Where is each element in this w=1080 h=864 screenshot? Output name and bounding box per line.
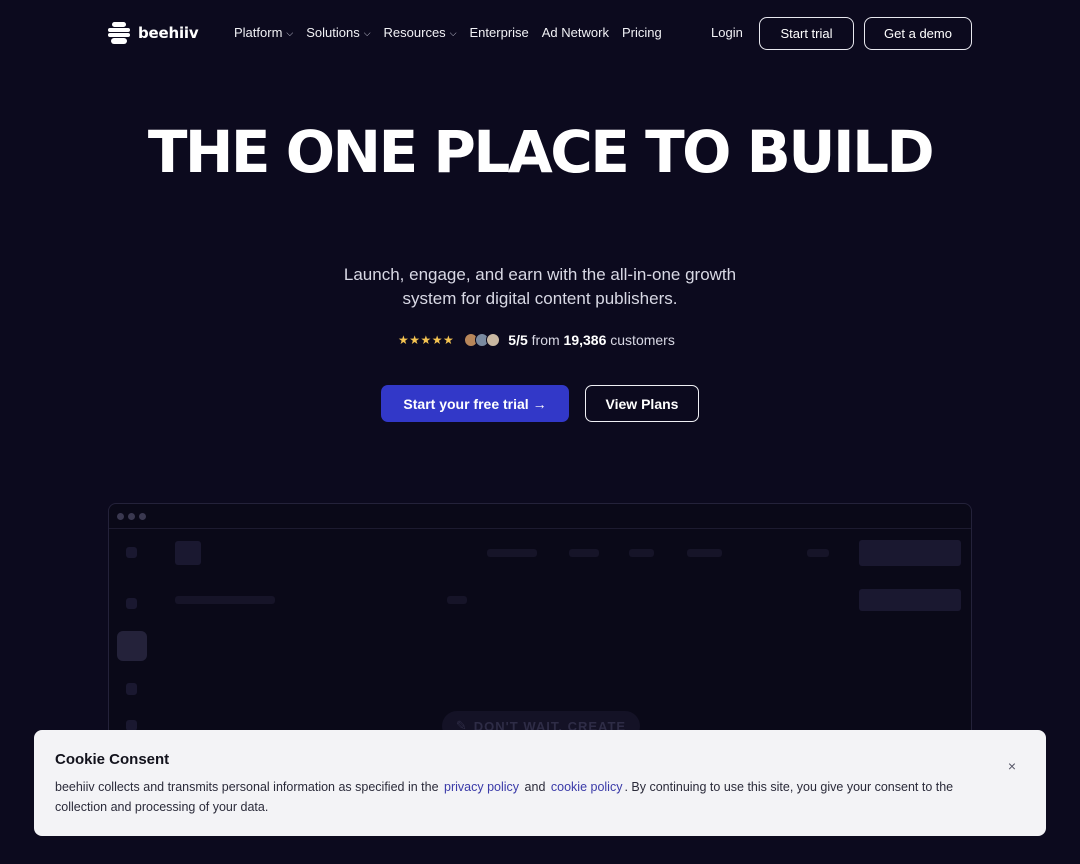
nav-links: Platform ⌵ Solutions ⌵ Resources ⌵ Enter… [234,25,662,40]
login-link[interactable]: Login [711,25,743,40]
rating-score: 5/5 [508,332,528,348]
nav-solutions[interactable]: Solutions ⌵ [306,25,370,40]
customer-avatars [464,333,501,347]
nav-enterprise-label: Enterprise [469,25,529,40]
toolbar-item [807,549,829,557]
rating-suffix: customers [610,332,675,348]
brand-name: beehiiv [138,24,199,42]
chevron-down-icon: ⌵ [449,28,457,38]
nav-solutions-label: Solutions [306,25,360,40]
cookie-consent-banner: Cookie Consent beehiiv collects and tran… [34,730,1046,836]
window-dot [128,513,135,520]
toolbar-item [569,549,599,557]
sidebar-icon [126,547,137,558]
cookie-text-and: and [524,780,546,794]
start-free-trial-button[interactable]: Start your free trial → [381,385,569,422]
rating-text: 5/5 from 19,386 customers [508,332,675,348]
nav-ad-network-label: Ad Network [541,25,609,40]
close-icon[interactable]: × [1008,758,1016,774]
nav-platform-label: Platform [234,25,283,40]
hero-subtitle: Launch, engage, and earn with the all-in… [343,265,737,308]
hero-title: THE ONE PLACE TO BUILD [147,118,935,186]
start-trial-button[interactable]: Start trial [759,17,854,50]
chevron-down-icon: ⌵ [286,28,294,38]
avatar [486,333,501,347]
preview-line [447,596,467,604]
beehiiv-logo-icon [108,22,130,44]
window-dot [139,513,146,520]
top-nav: beehiiv Platform ⌵ Solutions ⌵ Resources… [0,0,1080,67]
search-box [175,541,201,565]
nav-ad-network[interactable]: Ad Network [542,25,609,40]
cookie-title: Cookie Consent [55,751,170,768]
nav-enterprise[interactable]: Enterprise [470,25,529,40]
preview-action-button [859,540,961,566]
customer-rating: ★★★★★ 5/5 from 19,386 customers [398,332,675,348]
view-plans-button[interactable]: View Plans [585,385,699,422]
sidebar-icon [126,683,137,695]
privacy-policy-link[interactable]: privacy policy [442,780,521,794]
toolbar-item [487,549,537,557]
cookie-text: beehiiv collects and transmits personal … [55,778,975,817]
cookie-text-part-1: beehiiv collects and transmits personal … [55,780,439,794]
preview-title-line [175,596,275,604]
toolbar-item [629,549,654,557]
chevron-down-icon: ⌵ [363,28,371,38]
nav-platform[interactable]: Platform ⌵ [234,25,293,40]
sidebar-active-item [117,631,147,661]
star-icon: ★★★★★ [398,333,455,347]
sidebar-icon [126,598,137,609]
get-demo-button[interactable]: Get a demo [864,17,972,50]
nav-pricing-label: Pricing [621,25,662,40]
window-controls [109,504,971,529]
cookie-policy-link[interactable]: cookie policy [549,780,625,794]
toolbar-item [687,549,722,557]
nav-resources[interactable]: Resources ⌵ [384,25,457,40]
brand-logo[interactable]: beehiiv [108,22,199,44]
nav-pricing[interactable]: Pricing [622,25,662,40]
nav-resources-label: Resources [383,25,446,40]
rating-count: 19,386 [563,332,607,348]
window-dot [117,513,124,520]
preview-field [859,589,961,611]
rating-from: from [531,332,560,348]
